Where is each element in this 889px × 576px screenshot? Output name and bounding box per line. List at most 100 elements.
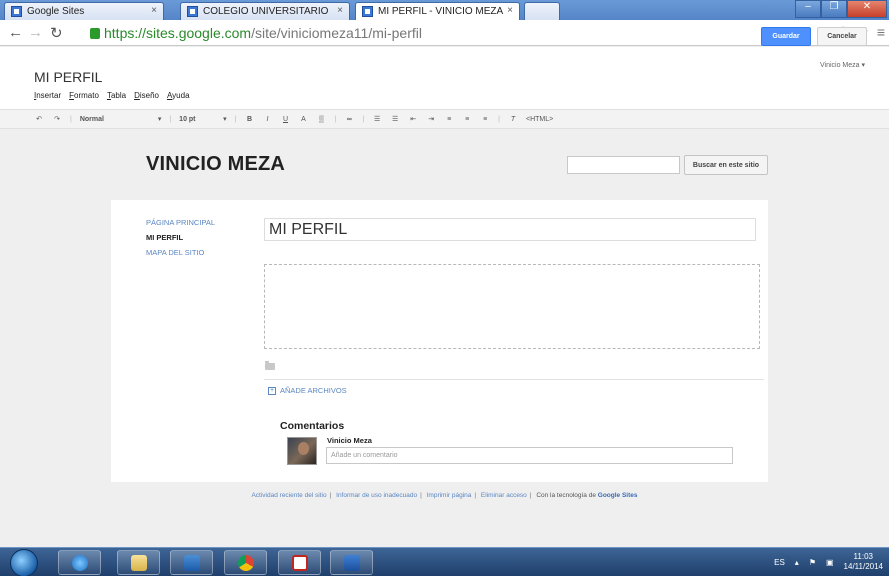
toolbar-separator: | <box>498 115 500 123</box>
clock-time: 11:03 <box>853 552 873 561</box>
editor-menubar: Insertar Formato Tabla Diseño Ayuda <box>34 91 190 100</box>
divider <box>264 379 764 380</box>
forward-arrow-icon[interactable]: → <box>28 24 43 41</box>
redo-icon[interactable]: ↷ <box>52 115 62 123</box>
footer-link-remove-access[interactable]: Eliminar acceso <box>481 492 527 499</box>
add-files-link[interactable]: + AÑADE ARCHIVOS <box>268 386 347 395</box>
site-sidebar-nav: PÁGINA PRINCIPAL MI PERFIL MAPA DEL SITI… <box>146 215 215 260</box>
sites-favicon-icon <box>11 6 22 17</box>
close-tab-icon[interactable]: × <box>337 5 343 16</box>
undo-icon[interactable]: ↶ <box>34 115 44 123</box>
toolbar-separator: | <box>234 115 237 123</box>
chevron-down-icon[interactable]: ▾ <box>223 115 227 123</box>
indent-icon[interactable]: ⇥ <box>426 115 436 123</box>
underline-icon[interactable]: U <box>281 116 291 123</box>
chrome-icon <box>237 554 254 571</box>
page-title-field[interactable]: MI PERFIL <box>264 218 756 241</box>
cancel-button[interactable]: Cancelar <box>817 27 867 46</box>
align-left-icon[interactable]: ≡ <box>444 116 454 123</box>
tab-colegio[interactable]: COLEGIO UNIVERSITARIO × <box>180 2 350 20</box>
text-color-icon[interactable]: A <box>299 116 309 123</box>
taskbar-word[interactable] <box>330 550 373 575</box>
taskbar-acrobat[interactable] <box>278 550 321 575</box>
bulleted-list-icon[interactable]: ☰ <box>390 115 400 123</box>
tab-label: MI PERFIL - VINICIO MEZA <box>378 6 504 17</box>
footer-link-print-page[interactable]: Imprimir página <box>427 492 472 499</box>
add-files-label: AÑADE ARCHIVOS <box>280 386 347 395</box>
url-field[interactable]: https://sites.google.com /site/viniciome… <box>90 23 840 43</box>
site-search-input[interactable] <box>567 156 680 174</box>
clock-date: 14/11/2014 <box>843 562 883 571</box>
footer-powered-by: Con la tecnología de <box>536 492 596 499</box>
numbered-list-icon[interactable]: ☰ <box>372 115 382 123</box>
nav-item-mi-perfil[interactable]: MI PERFIL <box>146 230 215 245</box>
bold-icon[interactable]: B <box>245 116 255 123</box>
align-right-icon[interactable]: ≡ <box>480 116 490 123</box>
window-controls: – ❐ ✕ <box>795 0 887 18</box>
user-menu[interactable]: Vinicio Meza ▾ <box>820 61 865 69</box>
lock-icon <box>90 27 100 39</box>
clock[interactable]: 11:03 14/11/2014 <box>844 552 883 572</box>
add-file-icon: + <box>268 386 276 395</box>
tab-google-sites[interactable]: Google Sites × <box>4 2 164 20</box>
site-footer: Actividad reciente del sitio | Informar d… <box>251 492 638 499</box>
word-icon <box>343 554 360 571</box>
new-tab-button[interactable] <box>524 2 560 20</box>
tab-mi-perfil[interactable]: MI PERFIL - VINICIO MEZA × <box>355 2 520 20</box>
align-center-icon[interactable]: ≡ <box>462 116 472 123</box>
format-toolbar: ↶ ↷ | Normal ▾ | 10 pt ▾ | B I U A ▒ | ∞… <box>0 109 889 129</box>
save-button[interactable]: Guardar <box>761 27 811 46</box>
menu-icon[interactable]: ≡ <box>877 24 885 41</box>
taskbar-ie[interactable] <box>58 550 101 575</box>
toolbar-separator: | <box>334 115 337 123</box>
system-tray: ES ▴ ⚑ ▣ 11:03 14/11/2014 <box>774 552 883 572</box>
paragraph-style-select[interactable]: Normal <box>80 116 150 123</box>
outdent-icon[interactable]: ⇤ <box>408 115 418 123</box>
nav-item-mapa-del-sitio[interactable]: MAPA DEL SITIO <box>146 245 215 260</box>
language-indicator[interactable]: ES <box>774 558 785 567</box>
close-tab-icon[interactable]: × <box>507 5 513 16</box>
chevron-down-icon[interactable]: ▾ <box>158 115 162 123</box>
toolbar-separator: | <box>169 115 172 123</box>
folder-icon <box>130 554 147 571</box>
restore-icon[interactable]: ❐ <box>821 0 847 18</box>
show-hidden-icons-icon[interactable]: ▴ <box>795 558 799 567</box>
font-size-select[interactable]: 10 pt <box>179 116 215 123</box>
tab-label: COLEGIO UNIVERSITARIO <box>203 6 329 17</box>
link-icon[interactable]: ∞ <box>344 116 354 123</box>
footer-link-report-abuse[interactable]: Informar de uso inadecuado <box>336 492 417 499</box>
network-icon[interactable]: ▣ <box>826 558 834 567</box>
menu-tabla[interactable]: Tabla <box>107 91 126 100</box>
highlight-color-icon[interactable]: ▒ <box>317 116 327 123</box>
taskbar-chrome[interactable] <box>224 550 267 575</box>
comment-author-name: Vinicio Meza <box>327 436 372 445</box>
close-tab-icon[interactable]: × <box>151 5 157 16</box>
reload-icon[interactable]: ↻ <box>50 24 63 42</box>
page-body-editor[interactable] <box>264 264 760 349</box>
acrobat-icon <box>291 554 308 571</box>
italic-icon[interactable]: I <box>263 116 273 123</box>
menu-ayuda[interactable]: Ayuda <box>167 91 190 100</box>
action-center-flag-icon[interactable]: ⚑ <box>809 558 816 567</box>
menu-insertar[interactable]: Insertar <box>34 91 61 100</box>
taskbar-explorer[interactable] <box>117 550 160 575</box>
minimize-icon[interactable]: – <box>795 0 821 18</box>
comments-heading: Comentarios <box>280 420 345 432</box>
nav-item-pagina-principal[interactable]: PÁGINA PRINCIPAL <box>146 215 215 230</box>
back-arrow-icon[interactable]: ← <box>8 24 23 41</box>
html-button[interactable]: <HTML> <box>526 116 553 123</box>
sites-favicon-icon <box>187 6 198 17</box>
clear-formatting-icon[interactable]: T <box>508 116 518 123</box>
taskbar-outlook[interactable] <box>170 550 213 575</box>
site-title: VINICIO MEZA <box>146 153 286 175</box>
window-close-icon[interactable]: ✕ <box>847 0 887 18</box>
url-path: /site/viniciomeza11/mi-perfil <box>251 25 422 41</box>
footer-link-recent-activity[interactable]: Actividad reciente del sitio <box>251 492 326 499</box>
outlook-icon <box>183 554 200 571</box>
menu-diseno[interactable]: Diseño <box>134 91 159 100</box>
start-button-icon[interactable] <box>10 549 38 576</box>
footer-google-sites-link[interactable]: Google Sites <box>598 492 638 499</box>
site-search-button[interactable]: Buscar en este sitio <box>684 155 768 175</box>
comment-input[interactable]: Añade un comentario <box>326 447 733 464</box>
menu-formato[interactable]: Formato <box>69 91 99 100</box>
